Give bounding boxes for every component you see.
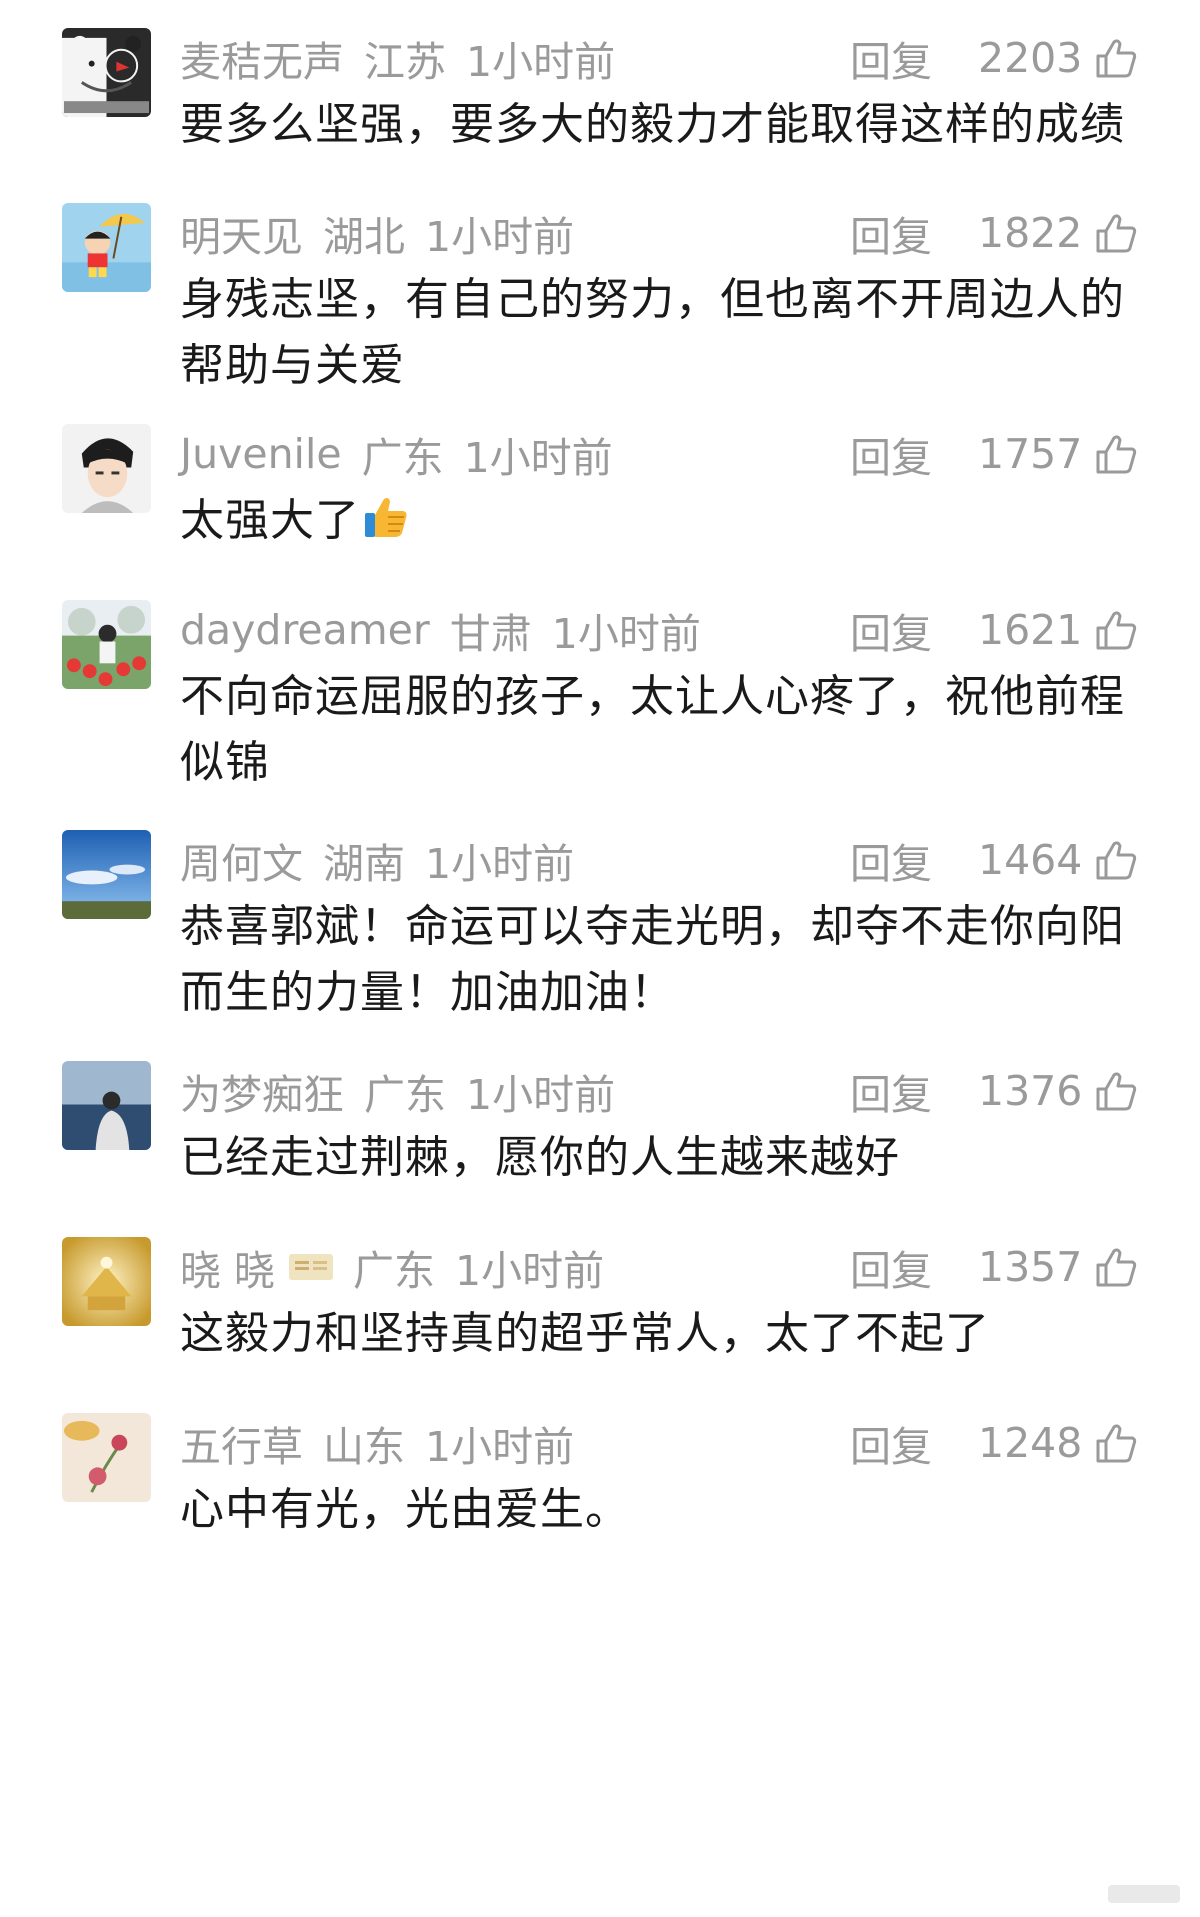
avatar[interactable] <box>62 600 151 689</box>
reply-button[interactable]: 回复 <box>850 1237 978 1297</box>
comment-meta: daydreamer 甘肃 1小时前 <box>180 600 701 660</box>
username[interactable]: 麦秸无声 <box>180 28 344 88</box>
comment-meta: 为梦痴狂 广东 1小时前 <box>180 1061 615 1121</box>
avatar[interactable] <box>62 28 151 117</box>
avatar-rose-still-life-image <box>62 1413 151 1502</box>
username[interactable]: 明天见 <box>180 203 303 263</box>
comment-actions: 回复 1357 <box>850 1237 1140 1297</box>
thumbs-up-icon[interactable] <box>1094 1069 1138 1113</box>
like-count: 1248 <box>978 1419 1083 1467</box>
comment-meta: 周何文 湖南 1小时前 <box>180 830 574 890</box>
reply-button[interactable]: 回复 <box>850 203 978 263</box>
region-label: 甘肃 <box>449 610 532 658</box>
comment-text: 身残志坚，有自己的努力，但也离不开周边人的帮助与关爱 <box>180 274 1125 391</box>
thumbs-up-icon[interactable] <box>1094 211 1138 255</box>
timestamp: 1小时前 <box>425 1423 575 1471</box>
avatar[interactable] <box>62 1237 151 1326</box>
username[interactable]: 周何文 <box>180 830 303 890</box>
avatar-cartoon-boy-image <box>62 203 151 292</box>
comment-actions: 回复 2203 <box>850 28 1140 88</box>
username[interactable]: 为梦痴狂 <box>180 1061 344 1121</box>
timestamp: 1小时前 <box>463 434 613 482</box>
avatar[interactable] <box>62 203 151 292</box>
comment-actions: 回复 1248 <box>850 1413 1140 1473</box>
avatar[interactable] <box>62 1413 151 1502</box>
comment-meta: 五行草 山东 1小时前 <box>180 1413 574 1473</box>
region-label: 江苏 <box>364 38 446 86</box>
avatar-tulip-field-image <box>62 600 151 689</box>
comment-actions: 回复 1376 <box>850 1061 1140 1121</box>
avatar[interactable] <box>62 830 151 919</box>
timestamp: 1小时前 <box>455 1247 605 1295</box>
avatar-seaside-person-image <box>62 1061 151 1150</box>
timestamp: 1小时前 <box>425 213 575 261</box>
region-label: 湖南 <box>323 840 405 888</box>
like-count: 1621 <box>978 606 1083 654</box>
reply-button[interactable]: 回复 <box>850 830 978 890</box>
reply-button[interactable]: 回复 <box>850 1061 978 1121</box>
comment-text: 太强大了 <box>180 488 1140 554</box>
watermark-bar <box>1108 1885 1180 1903</box>
comment-text: 恭喜郭斌！命运可以夺走光明，却夺不走你向阳而生的力量！加油加油！ <box>180 901 1125 1018</box>
reply-button[interactable]: 回复 <box>850 28 978 88</box>
timestamp: 1小时前 <box>466 38 616 86</box>
comment-meta: 晓 晓 广东 1小时前 <box>180 1237 604 1297</box>
region-label: 广东 <box>361 434 444 482</box>
thumbs-up-icon[interactable] <box>1094 432 1138 476</box>
comment-meta: 麦秸无声 江苏 1小时前 <box>180 28 615 88</box>
thumbs-up-icon[interactable] <box>1094 608 1138 652</box>
timestamp: 1小时前 <box>551 610 701 658</box>
like-count: 1757 <box>978 430 1083 478</box>
comment-text: 这毅力和坚持真的超乎常人，太了不起了 <box>180 1308 990 1359</box>
like-count: 1822 <box>978 209 1083 257</box>
like-count: 1464 <box>978 836 1083 884</box>
comment-text-body: 太强大了 <box>180 495 360 546</box>
avatar-golden-temple-image <box>62 1237 151 1326</box>
thumbs-up-icon[interactable] <box>1094 1245 1138 1289</box>
region-label: 广东 <box>364 1071 446 1119</box>
username[interactable]: Juvenile <box>180 430 342 478</box>
reply-button[interactable]: 回复 <box>850 600 978 660</box>
like-count: 2203 <box>978 34 1083 82</box>
comment-actions: 回复 1757 <box>850 424 1140 484</box>
timestamp: 1小时前 <box>466 1071 616 1119</box>
region-label: 广东 <box>353 1247 436 1295</box>
region-label: 山东 <box>323 1423 405 1471</box>
avatar[interactable] <box>62 1061 151 1150</box>
comment-meta: Juvenile 广东 1小时前 <box>180 424 613 484</box>
comment-actions: 回复 1464 <box>850 830 1140 890</box>
thumbs-up-emoji-icon <box>362 493 410 541</box>
timestamp: 1小时前 <box>425 840 575 888</box>
reply-button[interactable]: 回复 <box>850 424 978 484</box>
member-badge-icon <box>289 1254 334 1280</box>
comment-text: 不向命运屈服的孩子，太让人心疼了，祝他前程似锦 <box>180 671 1125 788</box>
comment-text: 已经走过荆棘，愿你的人生越来越好 <box>180 1132 900 1183</box>
avatar-bear-image <box>62 28 151 117</box>
like-count: 1357 <box>978 1243 1083 1291</box>
thumbs-up-icon[interactable] <box>1094 1421 1138 1465</box>
username[interactable]: 晓 晓 <box>180 1237 275 1297</box>
username[interactable]: 五行草 <box>180 1413 303 1473</box>
comment-actions: 回复 1621 <box>850 600 1140 660</box>
comment-actions: 回复 1822 <box>850 203 1140 263</box>
comment-meta: 明天见 湖北 1小时前 <box>180 203 574 263</box>
thumbs-up-icon[interactable] <box>1094 36 1138 80</box>
comment-text: 心中有光，光由爱生。 <box>180 1484 630 1535</box>
comment-text: 要多么坚强，要多大的毅力才能取得这样的成绩 <box>180 99 1125 150</box>
username[interactable]: daydreamer <box>180 606 430 654</box>
thumbs-up-icon[interactable] <box>1094 838 1138 882</box>
like-count: 1376 <box>978 1067 1083 1115</box>
reply-button[interactable]: 回复 <box>850 1413 978 1473</box>
avatar-anime-man-image <box>62 424 151 513</box>
avatar-sky-landscape-image <box>62 830 151 919</box>
region-label: 湖北 <box>323 213 405 261</box>
avatar[interactable] <box>62 424 151 513</box>
